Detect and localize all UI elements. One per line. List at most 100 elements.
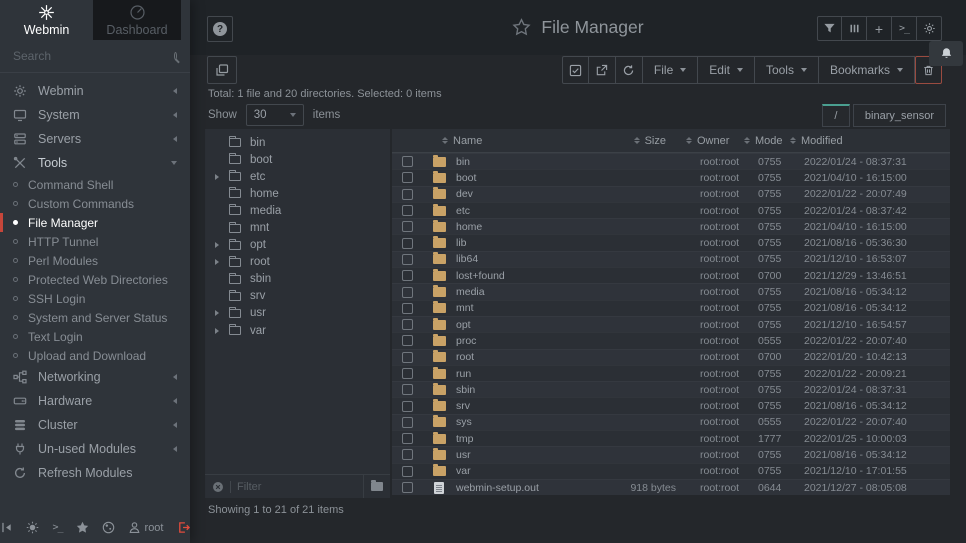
- column-header-size[interactable]: Size: [582, 135, 700, 147]
- table-row[interactable]: lib root:root 0755 2021/08/16 - 05:36:30: [392, 234, 950, 250]
- filter-button[interactable]: [817, 16, 842, 41]
- select-all-button[interactable]: [562, 56, 589, 84]
- table-row[interactable]: opt root:root 0755 2021/12/10 - 16:54:57: [392, 316, 950, 332]
- table-row[interactable]: lost+found root:root 0700 2021/12/29 - 1…: [392, 267, 950, 283]
- column-header-modified[interactable]: Modified: [790, 135, 950, 147]
- tree-item[interactable]: media: [205, 202, 390, 219]
- row-checkbox[interactable]: [402, 156, 413, 167]
- settings-gear-button[interactable]: [917, 16, 942, 41]
- sidebar-item-tools[interactable]: Tools: [0, 151, 190, 175]
- file-name[interactable]: boot: [456, 172, 582, 184]
- bookmarks-menu-button[interactable]: Bookmarks: [819, 56, 915, 84]
- file-name[interactable]: proc: [456, 335, 582, 347]
- favorite-star-icon[interactable]: [512, 18, 531, 37]
- clear-filter-icon[interactable]: [212, 481, 224, 493]
- file-name[interactable]: tmp: [456, 433, 582, 445]
- caret-right-icon[interactable]: [215, 259, 219, 265]
- theme-sun-icon[interactable]: [26, 521, 39, 534]
- file-name[interactable]: lib: [456, 237, 582, 249]
- sidebar-item-system[interactable]: System: [0, 103, 190, 127]
- row-checkbox[interactable]: [402, 368, 413, 379]
- file-name[interactable]: dev: [456, 188, 582, 200]
- row-checkbox[interactable]: [402, 205, 413, 216]
- row-checkbox[interactable]: [402, 287, 413, 298]
- row-checkbox[interactable]: [402, 384, 413, 395]
- sidebar-subitem[interactable]: Upload and Download: [0, 346, 190, 365]
- row-checkbox[interactable]: [402, 449, 413, 460]
- row-checkbox[interactable]: [402, 172, 413, 183]
- sidebar-item-refresh-modules[interactable]: Refresh Modules: [0, 461, 190, 485]
- table-row[interactable]: mnt root:root 0755 2021/08/16 - 05:34:12: [392, 300, 950, 316]
- table-row[interactable]: sbin root:root 0755 2022/01/24 - 08:37:3…: [392, 381, 950, 397]
- row-checkbox[interactable]: [402, 466, 413, 477]
- sidebar-subitem[interactable]: Command Shell: [0, 175, 190, 194]
- export-button[interactable]: [589, 56, 616, 84]
- notifications-tab[interactable]: [929, 41, 963, 66]
- sidebar-subitem[interactable]: File Manager: [0, 213, 190, 232]
- terminal-icon[interactable]: >_: [52, 522, 62, 533]
- refresh-button[interactable]: [616, 56, 643, 84]
- row-checkbox[interactable]: [402, 352, 413, 363]
- sidebar-item-servers[interactable]: Servers: [0, 127, 190, 151]
- tree-item[interactable]: var: [205, 322, 390, 339]
- sidebar-subitem[interactable]: Text Login: [0, 327, 190, 346]
- file-name[interactable]: etc: [456, 205, 582, 217]
- row-checkbox[interactable]: [402, 335, 413, 346]
- caret-right-icon[interactable]: [215, 328, 219, 334]
- tree-item[interactable]: mnt: [205, 219, 390, 236]
- tab-dashboard[interactable]: Dashboard: [93, 0, 181, 40]
- table-row[interactable]: usr root:root 0755 2021/08/16 - 05:34:12: [392, 446, 950, 462]
- file-name[interactable]: srv: [456, 400, 582, 412]
- table-row[interactable]: media root:root 0755 2021/08/16 - 05:34:…: [392, 283, 950, 299]
- caret-right-icon[interactable]: [215, 310, 219, 316]
- row-checkbox[interactable]: [402, 270, 413, 281]
- sidebar-subitem[interactable]: HTTP Tunnel: [0, 232, 190, 251]
- help-button[interactable]: ?: [207, 16, 233, 42]
- row-checkbox[interactable]: [402, 189, 413, 200]
- table-row[interactable]: run root:root 0755 2022/01/22 - 20:09:21: [392, 365, 950, 381]
- row-checkbox[interactable]: [402, 303, 413, 314]
- tree-item[interactable]: root: [205, 254, 390, 271]
- row-checkbox[interactable]: [402, 238, 413, 249]
- file-name[interactable]: root: [456, 351, 582, 363]
- toggle-view-button[interactable]: [207, 56, 237, 84]
- table-row[interactable]: var root:root 0755 2021/12/10 - 17:01:55: [392, 463, 950, 479]
- table-row[interactable]: bin root:root 0755 2022/01/24 - 08:37:31: [392, 153, 950, 169]
- table-row[interactable]: root root:root 0700 2022/01/20 - 10:42:1…: [392, 349, 950, 365]
- file-name[interactable]: mnt: [456, 302, 582, 314]
- sidebar-subitem[interactable]: Protected Web Directories: [0, 270, 190, 289]
- file-name[interactable]: sbin: [456, 384, 582, 396]
- user-menu[interactable]: root: [128, 521, 164, 534]
- edit-menu-button[interactable]: Edit: [698, 56, 755, 84]
- sidebar-subitem[interactable]: Perl Modules: [0, 251, 190, 270]
- table-row[interactable]: etc root:root 0755 2022/01/24 - 08:37:42: [392, 202, 950, 218]
- row-checkbox[interactable]: [402, 254, 413, 265]
- file-name[interactable]: var: [456, 465, 582, 477]
- file-name[interactable]: lost+found: [456, 270, 582, 282]
- file-name[interactable]: lib64: [456, 253, 582, 265]
- row-checkbox[interactable]: [402, 417, 413, 428]
- sidebar-subitem[interactable]: SSH Login: [0, 289, 190, 308]
- sidebar-subitem[interactable]: System and Server Status: [0, 308, 190, 327]
- table-row[interactable]: webmin-setup.out 918 bytes root:root 064…: [392, 479, 950, 495]
- breadcrumb-root[interactable]: /: [822, 104, 850, 127]
- table-row[interactable]: srv root:root 0755 2021/08/16 - 05:34:12: [392, 397, 950, 413]
- favorites-star-icon[interactable]: [76, 521, 89, 534]
- row-checkbox[interactable]: [402, 319, 413, 330]
- sidebar-item-networking[interactable]: Networking: [0, 365, 190, 389]
- tree-item[interactable]: home: [205, 185, 390, 202]
- shell-button[interactable]: >_: [892, 16, 917, 41]
- table-row[interactable]: home root:root 0755 2021/04/10 - 16:15:0…: [392, 218, 950, 234]
- sidebar-item-webmin[interactable]: Webmin: [0, 79, 190, 103]
- tree-item[interactable]: sbin: [205, 271, 390, 288]
- file-name[interactable]: media: [456, 286, 582, 298]
- row-checkbox[interactable]: [402, 221, 413, 232]
- row-checkbox[interactable]: [402, 482, 413, 493]
- sidebar-subitem[interactable]: Custom Commands: [0, 194, 190, 213]
- sidebar-item-cluster[interactable]: Cluster: [0, 413, 190, 437]
- sidebar-item-unused-modules[interactable]: Un-used Modules: [0, 437, 190, 461]
- collapse-sidebar-button[interactable]: [0, 521, 13, 534]
- file-name[interactable]: bin: [456, 156, 582, 168]
- tree-item[interactable]: opt: [205, 237, 390, 254]
- tree-item[interactable]: srv: [205, 288, 390, 305]
